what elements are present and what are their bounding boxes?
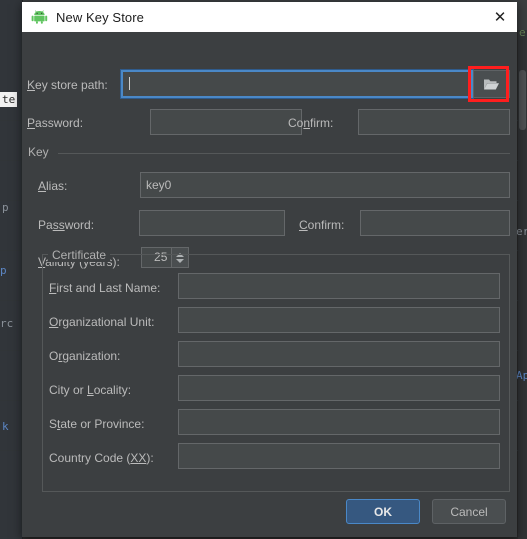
mnemonic-letter: XX (130, 451, 147, 465)
mnemonic-letter: P (27, 116, 36, 130)
mnemonic-letter: K (27, 78, 36, 92)
key-alias-value: key0 (146, 178, 172, 192)
cert-organization-input[interactable] (178, 341, 500, 367)
editor-scrollbar-track[interactable] (518, 30, 527, 539)
label-post: firm: (310, 116, 334, 130)
dialog-body: Key store path: Password: Confirm: Key A… (22, 32, 517, 537)
keystore-password-input[interactable] (150, 109, 302, 135)
dialog-titlebar: New Key Store ✕ (22, 2, 517, 32)
bg-text-fragment: er (516, 225, 527, 238)
label-post: ganization: (62, 349, 121, 363)
mnemonic-letter: O (49, 315, 59, 329)
cancel-button[interactable]: Cancel (432, 499, 506, 524)
bg-text-fragment: Ap (516, 369, 527, 382)
label-rest: ey store path: (35, 78, 108, 92)
keystore-password-label: Password: (27, 116, 83, 130)
new-key-store-dialog: New Key Store ✕ Key store path: Password… (22, 2, 517, 537)
cert-state-province-input[interactable] (178, 409, 500, 435)
key-confirm-label: Confirm: (299, 218, 344, 232)
bg-text-fragment: e (519, 26, 526, 39)
label-post: ate or Province: (60, 417, 145, 431)
key-alias-input[interactable]: key0 (140, 172, 510, 198)
bg-text-fragment: p (0, 264, 7, 277)
bg-text-fragment: rc (0, 317, 14, 330)
key-store-path-input[interactable] (120, 69, 474, 99)
key-alias-label: Alias: (38, 179, 67, 193)
keystore-confirm-label: Confirm: (288, 116, 333, 130)
key-password-input[interactable] (139, 210, 285, 236)
certificate-group-title: Certificate (48, 248, 111, 262)
mnemonic-letter: C (299, 218, 308, 232)
android-robot-icon (31, 10, 48, 24)
cert-organizational-unit-input[interactable] (178, 307, 500, 333)
key-group-divider (58, 153, 510, 154)
mnemonic-letter: ss (52, 218, 65, 232)
label-pre: Country Code ( (49, 451, 131, 465)
label-rest: irst and Last Name: (56, 281, 161, 295)
label-post: ocality: (93, 383, 132, 397)
editor-scrollbar-thumb[interactable] (519, 70, 526, 130)
label-pre: Pa (38, 218, 53, 232)
browse-keystore-button[interactable] (473, 70, 510, 98)
label-rest: assword: (35, 116, 84, 130)
key-group-title: Key (24, 145, 53, 159)
cert-country-code-input[interactable] (178, 443, 500, 469)
label-post: ): (146, 451, 154, 465)
bg-text-fragment: p (2, 201, 9, 214)
mnemonic-letter: A (38, 179, 47, 193)
label-pre: Co (288, 116, 304, 130)
folder-open-icon (484, 79, 499, 89)
ok-button[interactable]: OK (346, 499, 420, 524)
screen-root: te p p rc k e er Ap New Key Store ✕ Key … (0, 0, 527, 539)
key-password-label: Password: (38, 218, 94, 232)
label-post: word: (64, 218, 95, 232)
label-rest: rganizational Unit: (58, 315, 155, 329)
bg-text-fragment: te (0, 92, 18, 107)
label-pre: O (49, 349, 59, 363)
cert-first-last-name-input[interactable] (178, 273, 500, 299)
close-icon[interactable]: ✕ (489, 6, 511, 28)
cert-city-locality-input[interactable] (178, 375, 500, 401)
label-rest: lias: (46, 179, 68, 193)
cert-organizational-unit-label: Organizational Unit: (49, 315, 154, 329)
key-confirm-input[interactable] (360, 210, 510, 236)
cert-country-code-label: Country Code (XX): (49, 451, 154, 465)
text-caret (129, 77, 130, 90)
dialog-title: New Key Store (56, 9, 145, 25)
key-store-path-label: Key store path: (27, 78, 108, 92)
cert-first-last-name-label: First and Last Name: (49, 281, 160, 295)
cert-city-locality-label: City or Locality: (49, 383, 131, 397)
mnemonic-letter: L (87, 383, 94, 397)
label-rest: onfirm: (307, 218, 345, 232)
label-pre: City or (49, 383, 88, 397)
cert-state-province-label: State or Province: (49, 417, 144, 431)
bg-text-fragment: k (2, 420, 9, 433)
cert-organization-label: Organization: (49, 349, 120, 363)
keystore-confirm-input[interactable] (358, 109, 510, 135)
label-pre: S (49, 417, 58, 431)
